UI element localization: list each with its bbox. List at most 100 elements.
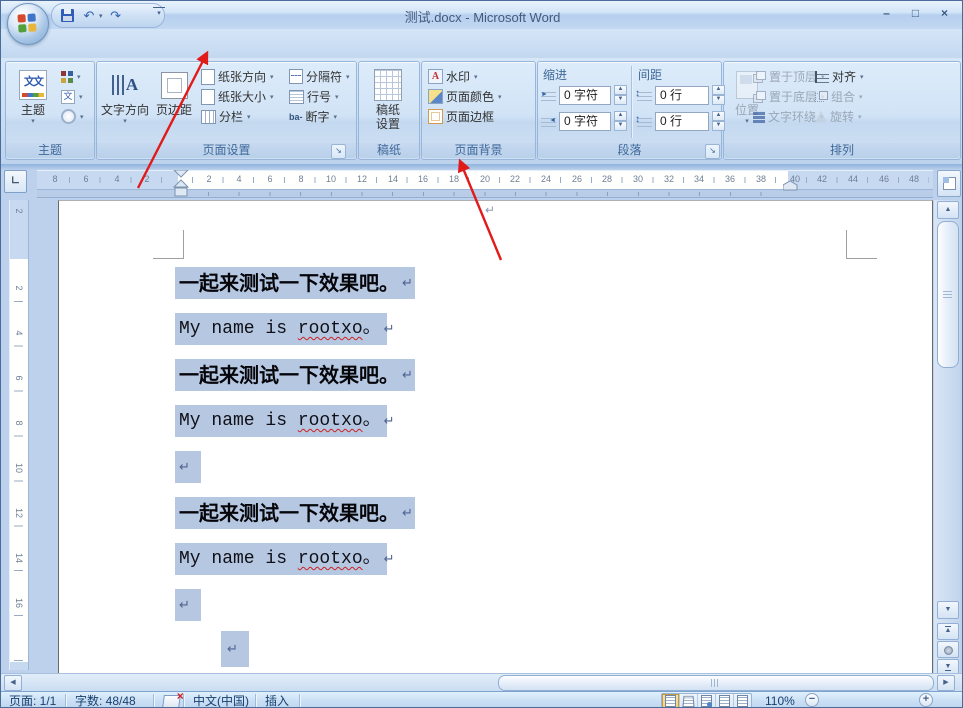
select-browse-object-button[interactable] (937, 641, 959, 658)
doc-line-5[interactable]: ↵ (175, 451, 201, 483)
print-layout-icon (665, 695, 676, 707)
space-after-input[interactable]: 0 行 (655, 112, 709, 131)
breaks-button[interactable]: 分隔符▾ (289, 67, 350, 86)
send-to-back-button[interactable]: 置于底层▾ (753, 87, 825, 106)
space-after-spinner[interactable]: ▲▼ (712, 111, 725, 131)
align-button[interactable]: 对齐▾ (815, 67, 864, 86)
theme-fonts-button[interactable]: 文▾ (61, 87, 83, 106)
ruler-number: 6 (14, 375, 24, 380)
vertical-scrollbar-thumb[interactable] (937, 221, 959, 368)
ruler-number: 38 (756, 173, 766, 186)
doc-line-1[interactable]: 一起来测试一下效果吧。↵ (175, 267, 415, 299)
insert-mode-indicator[interactable]: 插入 (265, 694, 289, 708)
indent-left-input[interactable]: 0 字符 (559, 86, 611, 105)
print-layout-view-button[interactable] (662, 694, 680, 708)
doc-line-2[interactable]: My name is rootxo。↵ (175, 313, 387, 345)
web-layout-view-button[interactable] (698, 694, 716, 708)
maximize-button[interactable]: □ (902, 5, 929, 23)
indent-markers[interactable] (172, 170, 192, 199)
zoom-out-button[interactable]: − (805, 693, 819, 707)
draft-view-button[interactable] (734, 694, 751, 708)
margins-button[interactable]: 页边距 (151, 65, 197, 143)
ruler-strip-ticks (208, 192, 764, 196)
rotate-button[interactable]: 旋转▾ (815, 107, 862, 126)
office-button[interactable] (7, 3, 49, 45)
orientation-button[interactable]: 纸张方向▾ (201, 67, 274, 86)
ruler-toggle-button[interactable] (937, 170, 961, 197)
zoom-in-button[interactable]: + (919, 693, 933, 707)
horizontal-scrollbar-thumb[interactable] (498, 675, 934, 691)
pilcrow-icon: ↵ (179, 459, 190, 475)
word-count[interactable]: 字数: 48/48 (75, 694, 136, 708)
indent-right-input[interactable]: 0 字符 (559, 112, 611, 131)
ruler-number: 2 (14, 285, 24, 290)
paper-size-button[interactable]: 纸张大小▾ (201, 87, 274, 106)
space-before-icon (637, 89, 652, 101)
doc-line-4[interactable]: My name is rootxo。↵ (175, 405, 387, 437)
indent-right-spinner[interactable]: ▲▼ (614, 111, 627, 131)
doc-line-6[interactable]: 一起来测试一下效果吧。↵ (175, 497, 415, 529)
divider (183, 694, 184, 707)
page-borders-button[interactable]: 页面边框 (428, 107, 494, 126)
page-color-button[interactable]: 页面颜色▾ (428, 87, 502, 106)
divider (255, 694, 256, 707)
space-before-spinner[interactable]: ▲▼ (712, 85, 725, 105)
scroll-left-button[interactable]: ◀ (4, 675, 22, 691)
hyphenation-button[interactable]: ba-断字▾ (289, 107, 337, 126)
paragraph-dialog-launcher[interactable]: ↘ (705, 144, 720, 159)
scroll-down-button[interactable]: ▼ (937, 601, 959, 619)
tab-stop-selector[interactable]: ∟ (4, 170, 27, 193)
theme-fonts-icon: 文 (61, 90, 75, 104)
language-indicator[interactable]: 中文(中国) (193, 694, 249, 708)
previous-page-button[interactable]: ▲ (937, 623, 959, 640)
word-window: ↶ ▾ ↷ ▾ 测试.docx - Microsoft Word – □ × W… (0, 0, 963, 708)
close-button[interactable]: × (931, 5, 958, 23)
ruler-number: 6 (267, 173, 272, 186)
minimize-button[interactable]: – (873, 5, 900, 23)
group-page-setup-label: 页面设置 (97, 143, 356, 158)
theme-colors-icon (61, 71, 73, 83)
scroll-up-button[interactable]: ▲ (937, 201, 959, 219)
ruler-number: 10 (14, 463, 24, 473)
indent-right-control: 0 字符 ▲▼ (541, 111, 627, 131)
zoom-level[interactable]: 110% (765, 694, 795, 708)
manuscript-setup-button[interactable]: 稿纸 设置 (364, 65, 412, 143)
doc-line-9[interactable]: ↵ (221, 631, 249, 667)
right-indent-marker[interactable] (783, 181, 798, 192)
space-before-input[interactable]: 0 行 (655, 86, 709, 105)
page-setup-dialog-launcher[interactable]: ↘ (331, 144, 346, 159)
indent-right-icon (541, 116, 556, 127)
text-direction-button[interactable]: A 文字方向 ▾ (101, 65, 149, 143)
pilcrow-icon: ↵ (402, 275, 413, 291)
page-indicator[interactable]: 页面: 1/1 (9, 694, 56, 708)
line-numbers-button[interactable]: 行号▾ (289, 87, 339, 106)
indent-left-spinner[interactable]: ▲▼ (614, 85, 627, 105)
doc-line-7[interactable]: My name is rootxo。↵ (175, 543, 387, 575)
window-controls: – □ × (873, 5, 958, 23)
bring-to-front-button[interactable]: 置于顶层▾ (753, 67, 825, 86)
chevron-down-icon: ▾ (31, 117, 35, 126)
ruler-number: 36 (725, 173, 735, 186)
ribbon-tab-row: W 开始 插入 页面布局 引用 邮件 审阅 视图 加载项 ? – □ × (1, 29, 963, 59)
columns-button[interactable]: 分栏▾ (201, 107, 251, 126)
fullscreen-reading-view-button[interactable] (680, 694, 698, 708)
rotate-icon (815, 111, 827, 123)
text-wrapping-button[interactable]: 文字环绕▾ (753, 107, 824, 126)
web-layout-icon (701, 695, 712, 707)
scroll-right-button[interactable]: ▶ (937, 675, 955, 691)
ruler-number: 26 (572, 173, 582, 186)
theme-colors-button[interactable]: ▾ (61, 67, 81, 86)
watermark-button[interactable]: A水印▾ (428, 67, 478, 86)
reading-view-icon (682, 696, 694, 707)
proofing-error-icon[interactable] (162, 695, 181, 708)
align-icon (815, 71, 829, 83)
page-borders-icon (428, 109, 443, 124)
themes-button[interactable]: 文文 主题 ▾ (9, 65, 57, 143)
outline-view-button[interactable] (716, 694, 734, 708)
group-objects-button[interactable]: 组合▾ (815, 87, 863, 106)
theme-effects-button[interactable]: ▾ (61, 107, 84, 126)
doc-line-8[interactable]: ↵ (175, 589, 201, 621)
view-shortcuts (661, 693, 752, 708)
chevron-down-icon: ▾ (123, 117, 127, 126)
doc-line-3[interactable]: 一起来测试一下效果吧。↵ (175, 359, 415, 391)
